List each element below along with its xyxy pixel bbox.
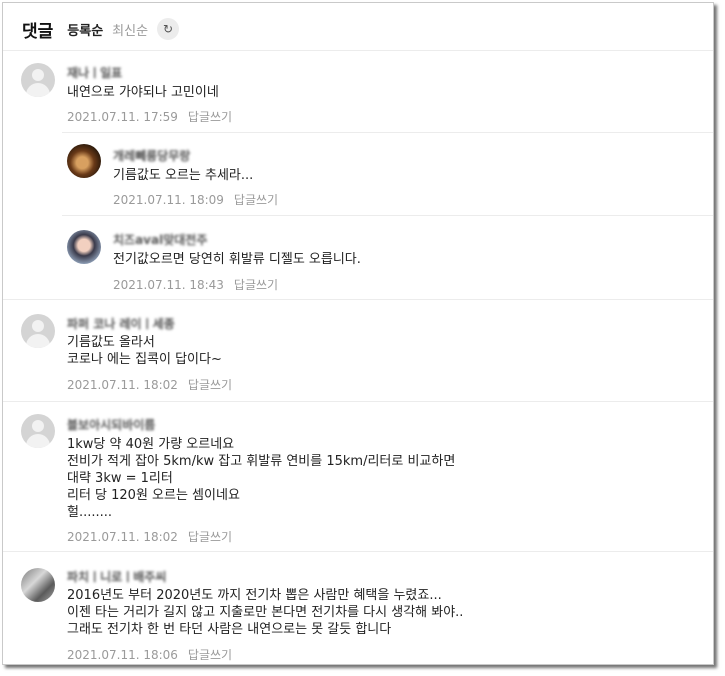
avatar[interactable] xyxy=(67,144,101,178)
sort-registered-tab[interactable]: 등록순 xyxy=(67,20,103,39)
reply-item: 치즈aval맞대전주 전기값오르면 당연히 휘발류 디젤도 오릅니다. 2021… xyxy=(62,215,713,300)
comment-date: 2021.07.11. 17:59 xyxy=(67,110,178,124)
reply-button[interactable]: 답글쓰기 xyxy=(188,530,232,544)
comment-meta: 2021.07.11. 18:06 답글쓰기 xyxy=(67,646,232,663)
comment-line: 이젠 타는 거리가 길지 않고 지출로만 본다면 전기차를 다시 생각해 봐야.… xyxy=(67,605,464,620)
comment-line: 전비가 적게 잡아 5km/kw 잡고 휘발류 연비를 15km/리터로 비교하… xyxy=(67,454,456,469)
sort-latest-tab[interactable]: 최신순 xyxy=(112,20,148,39)
reply-item: 개레뻬릉당무랑 기름값도 오르는 추세라... 2021.07.11. 18:0… xyxy=(62,132,713,217)
reply-button[interactable]: 답글쓰기 xyxy=(188,378,232,392)
avatar[interactable] xyxy=(21,63,55,97)
avatar[interactable] xyxy=(21,568,55,602)
comment-date: 2021.07.11. 18:02 xyxy=(67,378,178,392)
reply-button[interactable]: 답글쓰기 xyxy=(234,193,278,207)
comment-text: 1kw당 약 40원 가량 오르네요전비가 적게 잡아 5km/kw 잡고 휘발… xyxy=(67,436,455,521)
comment-text: 내연으로 가야되나 고민이네 xyxy=(67,84,219,101)
refresh-icon[interactable]: ↻ xyxy=(157,18,180,40)
comment-text: 기름값도 올라서코로나 에는 집콕이 답이다~ xyxy=(67,334,222,368)
comment-line: 코로나 에는 집콕이 답이다~ xyxy=(67,352,222,367)
comment-line: 2016년도 부터 2020년도 까지 전기차 뽑은 사람만 혜택을 누렸죠..… xyxy=(67,588,442,603)
comment-date: 2021.07.11. 18:09 xyxy=(113,193,224,207)
comment-line: 1kw당 약 40원 가량 오르네요 xyxy=(67,437,235,452)
comment-meta: 2021.07.11. 18:02 답글쓰기 xyxy=(67,528,232,545)
comment-date: 2021.07.11. 18:02 xyxy=(67,530,178,544)
comment-line: 기름값도 오르는 추세라... xyxy=(113,168,254,183)
comment-author[interactable]: 블보아시되바이름 xyxy=(67,416,155,433)
comment-item: 파치ㅣ니로ㅣ배주씨 2016년도 부터 2020년도 까지 전기차 뽑은 사람만… xyxy=(3,551,713,664)
comment-author[interactable]: 파치ㅣ니로ㅣ배주씨 xyxy=(67,568,166,585)
comment-author[interactable]: 파퍼 코나 레이ㅣ세종 xyxy=(67,315,175,332)
avatar[interactable] xyxy=(21,314,55,348)
comment-text: 기름값도 오르는 추세라... xyxy=(113,167,253,184)
comment-meta: 2021.07.11. 18:43 답글쓰기 xyxy=(113,276,278,293)
comment-line: 그래도 전기차 한 번 타던 사람은 내연으로는 못 갈듯 합니다 xyxy=(67,622,392,637)
comment-author[interactable]: 개레뻬릉당무랑 xyxy=(113,147,190,164)
comment-text: 2016년도 부터 2020년도 까지 전기차 뽑은 사람만 혜택을 누렸죠..… xyxy=(67,587,463,638)
reply-button[interactable]: 답글쓰기 xyxy=(188,110,232,124)
comment-text: 전기값오르면 당연히 휘발류 디젤도 오릅니다. xyxy=(113,251,361,268)
comment-item: 블보아시되바이름 1kw당 약 40원 가량 오르네요전비가 적게 잡아 5km… xyxy=(3,401,713,551)
reply-button[interactable]: 답글쓰기 xyxy=(234,278,278,292)
comment-author[interactable]: 치즈aval맞대전주 xyxy=(113,231,207,248)
comment-line: 내연으로 가야되나 고민이네 xyxy=(67,85,219,100)
comment-line: 전기값오르면 당연히 휘발류 디젤도 오릅니다. xyxy=(113,252,361,267)
avatar[interactable] xyxy=(67,230,101,264)
comment-line: 헐........ xyxy=(67,505,113,520)
comment-line: 기름값도 올라서 xyxy=(67,335,155,350)
comment-date: 2021.07.11. 18:06 xyxy=(67,648,178,662)
comment-meta: 2021.07.11. 18:09 답글쓰기 xyxy=(113,191,278,208)
comment-item: 파퍼 코나 레이ㅣ세종 기름값도 올라서코로나 에는 집콕이 답이다~ 2021… xyxy=(3,299,713,403)
comment-author[interactable]: 재나ㅣ일표 xyxy=(67,64,122,81)
comment-meta: 2021.07.11. 17:59 답글쓰기 xyxy=(67,108,232,125)
comment-panel: 댓글 등록순 최신순 ↻ 재나ㅣ일표 내연으로 가야되나 고민이네 2021.0… xyxy=(2,2,714,665)
comment-title: 댓글 xyxy=(22,21,54,42)
avatar[interactable] xyxy=(21,414,55,448)
comment-header: 댓글 등록순 최신순 ↻ xyxy=(22,15,180,43)
reply-button[interactable]: 답글쓰기 xyxy=(188,648,232,662)
comment-meta: 2021.07.11. 18:02 답글쓰기 xyxy=(67,376,232,393)
comment-date: 2021.07.11. 18:43 xyxy=(113,278,224,292)
comment-line: 리터 당 120원 오르는 셈이네요 xyxy=(67,488,240,503)
comment-line: 대략 3kw = 1리터 xyxy=(67,471,173,486)
